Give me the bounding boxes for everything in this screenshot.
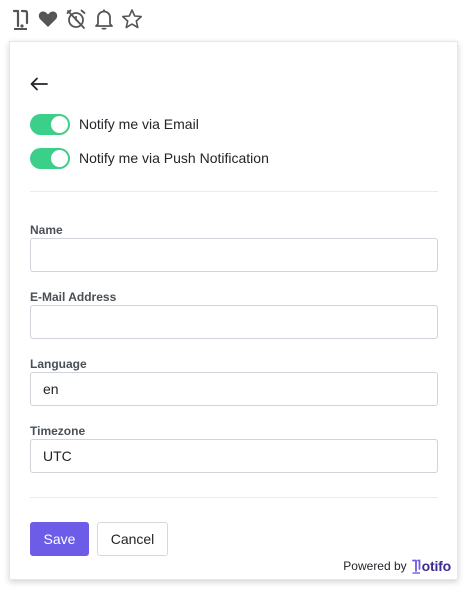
language-label: Language	[30, 357, 87, 371]
push-notification-toggle[interactable]	[30, 147, 70, 169]
arrow-left-icon	[30, 77, 48, 91]
name-label: Name	[30, 223, 63, 237]
star-icon[interactable]	[120, 7, 144, 31]
divider	[30, 191, 438, 192]
cancel-button[interactable]: Cancel	[97, 522, 168, 556]
email-address-input[interactable]	[30, 305, 438, 339]
timezone-label: Timezone	[30, 424, 86, 438]
email-notification-toggle-row: Notify me via Email	[30, 113, 199, 135]
language-input[interactable]	[30, 372, 438, 406]
profile-settings-panel: Notify me via Email Notify me via Push N…	[9, 41, 458, 580]
notifo-brand-text: otifo	[421, 558, 452, 574]
back-button[interactable]	[30, 74, 52, 94]
divider	[30, 497, 438, 498]
powered-by-label: Powered by	[343, 559, 407, 573]
email-notification-label: Notify me via Email	[79, 116, 199, 132]
push-notification-label: Notify me via Push Notification	[79, 150, 269, 166]
email-notification-toggle[interactable]	[30, 113, 70, 135]
top-toolbar	[8, 6, 144, 32]
heart-icon[interactable]	[36, 7, 60, 31]
timezone-input[interactable]	[30, 439, 438, 473]
name-input[interactable]	[30, 238, 438, 272]
push-notification-toggle-row: Notify me via Push Notification	[30, 147, 269, 169]
email-address-label: E-Mail Address	[30, 290, 117, 304]
notifo-brand-link[interactable]: otifo	[411, 558, 451, 574]
alarm-off-icon[interactable]	[64, 7, 88, 31]
notifo-logo-icon[interactable]	[8, 7, 32, 31]
save-button[interactable]: Save	[30, 522, 89, 556]
notifo-logo-icon	[411, 559, 421, 574]
bell-icon[interactable]	[92, 7, 116, 31]
powered-by-footer: Powered by otifo	[343, 558, 451, 574]
